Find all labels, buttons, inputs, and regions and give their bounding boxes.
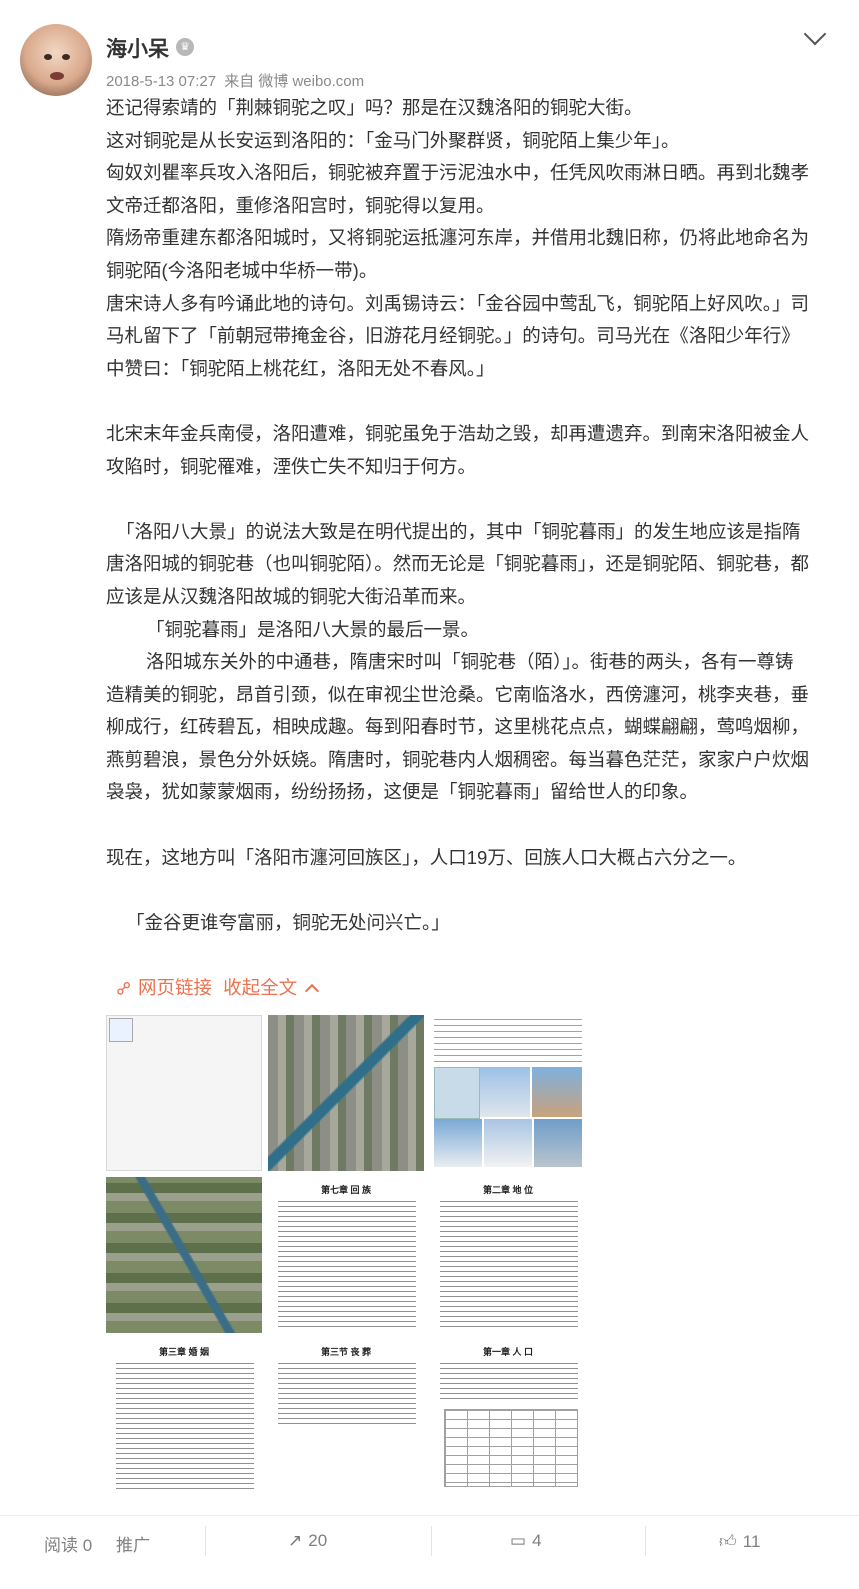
doc-title: 第二章 地 位 <box>482 1185 533 1195</box>
chevron-down-icon[interactable] <box>803 22 827 46</box>
like-button[interactable]: 👍︎ 11 <box>719 1531 760 1552</box>
source-prefix: 来自 <box>224 73 255 90</box>
repost-count: 20 <box>308 1531 328 1550</box>
image-thumb[interactable]: 第七章 回 族 <box>268 1177 424 1333</box>
comment-count: 4 <box>532 1531 542 1550</box>
paragraph: 现在，这地方叫「洛阳市瀍河回族区」，人口19万、回族人口大概占六分之一。 <box>106 846 747 868</box>
paragraph: 还记得索靖的「荆棘铜驼之叹」吗？那是在汉魏洛阳的铜驼大街。 <box>106 97 643 118</box>
paragraph: 「金谷更谁夸富丽，铜驼无处问兴亡。」 <box>126 911 450 933</box>
avatar-mouth <box>50 72 64 80</box>
repost-button[interactable]: ↗ 20 <box>288 1531 327 1551</box>
doc-title: 第一章 人 口 <box>482 1347 533 1357</box>
image-thumb[interactable] <box>106 1177 262 1333</box>
image-thumb[interactable] <box>268 1015 424 1171</box>
post-date[interactable]: 2018-5-13 07:27 <box>106 73 216 90</box>
image-thumb[interactable]: 第三节 丧 葬 <box>268 1339 424 1495</box>
divider <box>645 1526 646 1556</box>
thumbs-up-icon: 👍︎ <box>719 1532 737 1551</box>
read-number: 0 <box>82 1536 93 1555</box>
image-thumb[interactable] <box>430 1015 586 1171</box>
image-thumb[interactable]: 第三章 婚 姻 <box>106 1339 262 1495</box>
avatar[interactable] <box>20 24 92 96</box>
paragraph: 隋炀帝重建东都洛阳城时，又将铜驼运抵瀍河东岸，并借用北魏旧称，仍将此地命名为铜驼… <box>106 227 810 281</box>
post-meta: 2018-5-13 07:27 来自 微博 weibo.com <box>106 70 368 91</box>
chevron-up-icon[interactable] <box>305 983 320 999</box>
paragraph: 「铜驼暮雨」是洛阳八大景的最后一景。 <box>146 618 480 640</box>
collapse-link[interactable]: 收起全文 <box>223 977 297 998</box>
username[interactable]: 海小呆 <box>106 33 169 63</box>
action-bar: 阅读 0 推广 ↗ 20 ▭ 4 👍︎ 11 <box>0 1516 859 1566</box>
post-links: ⚯网页链接 收起全文 <box>111 974 320 1001</box>
promote-button[interactable]: 推广 <box>116 1531 150 1556</box>
paragraph: 这对铜驼是从长安运到洛阳的：「金马门外聚群贤，铜驼陌上集少年」。 <box>106 129 680 151</box>
post-source[interactable]: 微博 weibo.com <box>258 73 364 90</box>
broken-image-icon <box>109 1018 133 1042</box>
doc-title: 第七章 回 族 <box>320 1185 371 1195</box>
divider <box>431 1526 432 1556</box>
web-link[interactable]: 网页链接 <box>138 977 212 998</box>
paragraph: 北宋末年金兵南侵，洛阳遭难，铜驼虽免于浩劫之毁，却再遭遗弃。到南宋洛阳被金人攻陷… <box>106 422 810 477</box>
comment-icon: ▭ <box>510 1531 527 1550</box>
doc-title: 第三节 丧 葬 <box>320 1347 371 1357</box>
read-label: 阅读 <box>44 1536 78 1555</box>
like-count: 11 <box>742 1532 761 1551</box>
post-content: 还记得索靖的「荆棘铜驼之叹」吗？那是在汉魏洛阳的铜驼大街。 这对铜驼是从长安运到… <box>106 92 810 939</box>
image-thumb[interactable]: 第二章 地 位 <box>430 1177 586 1333</box>
avatar-eye <box>62 54 70 60</box>
image-thumb[interactable]: 第一章 人 口 <box>430 1339 586 1495</box>
comment-button[interactable]: ▭ 4 <box>510 1531 542 1551</box>
paragraph: 匈奴刘瞿率兵攻入洛阳后，铜驼被弃置于污泥浊水中，任凭风吹雨淋日晒。再到北魏孝文帝… <box>106 162 810 216</box>
read-count: 阅读 0 <box>44 1531 92 1556</box>
share-icon: ↗ <box>288 1531 303 1550</box>
crown-icon: ♛ <box>176 38 194 56</box>
divider <box>205 1526 206 1556</box>
paragraph: 唐宋诗人多有吟诵此地的诗句。刘禹锡诗云：「金谷园中莺乱飞，铜驼陌上好风吹。」司马… <box>106 292 810 379</box>
avatar-eye <box>44 54 52 60</box>
paragraph: 洛阳城东关外的中通巷，隋唐宋时叫「铜驼巷（陌）」。街巷的两头，各有一尊铸造精美的… <box>106 651 810 803</box>
link-icon: ⚯ <box>110 975 137 1002</box>
doc-title: 第三章 婚 姻 <box>158 1347 209 1357</box>
paragraph: 「洛阳八大景」的说法大致是在明代提出的，其中「铜驼暮雨」的发生地应该是指隋唐洛阳… <box>106 520 810 607</box>
image-thumb[interactable] <box>106 1015 262 1171</box>
